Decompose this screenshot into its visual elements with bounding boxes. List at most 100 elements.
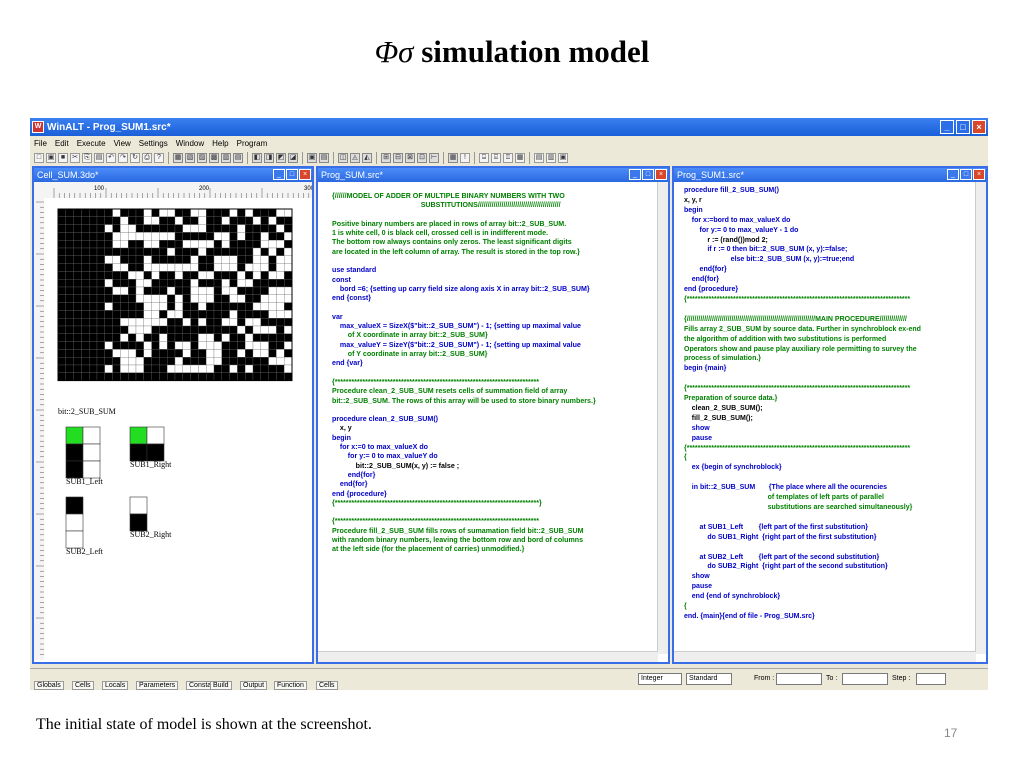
tab-globals[interactable]: Globals [34, 681, 64, 690]
prog-sum-vscroll[interactable] [657, 182, 668, 654]
toolbar-button-icon[interactable]: ▦ [173, 153, 183, 163]
type-select[interactable]: Integer [638, 673, 682, 685]
grid-cell [245, 318, 254, 327]
grid-cell [167, 286, 176, 295]
step-input[interactable] [916, 673, 946, 685]
toolbar-button-icon[interactable]: ! [460, 153, 470, 163]
toolbar-button-icon[interactable]: ▣ [558, 153, 568, 163]
maximize-button[interactable]: □ [956, 120, 970, 134]
toolbar-button-icon[interactable]: ◪ [288, 153, 298, 163]
grid-cell [182, 216, 191, 225]
toolbar-button-icon[interactable]: ⊟ [393, 153, 403, 163]
menu-view[interactable]: View [110, 139, 135, 148]
prog-sum1-max-button[interactable]: □ [960, 169, 972, 180]
toolbar-button-icon[interactable]: ▣ [307, 153, 317, 163]
toolbar-button-icon[interactable]: ◬ [350, 153, 360, 163]
toolbar-button-icon[interactable]: ↻ [130, 153, 140, 163]
toolbar-button-icon[interactable]: ⊢ [429, 153, 439, 163]
toolbar-button-icon[interactable]: ◧ [252, 153, 262, 163]
tab-parameters[interactable]: Parameters [136, 681, 179, 690]
toolbar-button-icon[interactable]: ▤ [233, 153, 243, 163]
toolbar-button-icon[interactable]: ◫ [338, 153, 348, 163]
menu-help[interactable]: Help [208, 139, 232, 148]
tab-output-output[interactable]: Output [240, 681, 268, 690]
tab-locals[interactable]: Locals [102, 681, 129, 690]
toolbar-button-icon[interactable]: ◭ [362, 153, 372, 163]
grid-cell [167, 224, 176, 233]
grid-cell [81, 279, 90, 288]
cell-canvas[interactable]: 100 200 300bit::2_SUB_SUMSUB1_Left SUB1_Rig… [34, 182, 312, 662]
toolbar-button-icon[interactable]: ⍇ [491, 153, 501, 163]
cell-min-button[interactable]: _ [273, 169, 285, 180]
menu-program[interactable]: Program [233, 139, 272, 148]
grid-cell [213, 310, 222, 319]
to-input[interactable] [842, 673, 888, 685]
grid-cell [206, 240, 215, 249]
toolbar-button-icon[interactable]: ◨ [264, 153, 274, 163]
grid-cell [229, 357, 238, 366]
prog-sum-hscroll[interactable] [318, 651, 658, 662]
grid-cell [151, 349, 160, 358]
grid-cell [112, 310, 121, 319]
toolbar-button-icon[interactable]: ⍐ [503, 153, 513, 163]
toolbar-button-icon[interactable]: ▦ [448, 153, 458, 163]
minimize-button[interactable]: _ [940, 120, 954, 134]
close-button[interactable]: × [972, 120, 986, 134]
cell-max-button[interactable]: □ [286, 169, 298, 180]
prog-sum1-hscroll[interactable] [674, 651, 976, 662]
from-input[interactable] [776, 673, 822, 685]
prog-sum-min-button[interactable]: _ [629, 169, 641, 180]
toolbar-button-icon[interactable]: ▥ [546, 153, 556, 163]
mode-select[interactable]: Standard [686, 673, 732, 685]
grid-cell [221, 279, 230, 288]
menu-window[interactable]: Window [172, 139, 208, 148]
toolbar-button-icon[interactable]: ✂ [70, 153, 80, 163]
toolbar-button-icon[interactable]: ▩ [209, 153, 219, 163]
toolbar-button-icon[interactable]: ■ [58, 153, 68, 163]
menu-file[interactable]: File [30, 139, 51, 148]
tab-function-output[interactable]: Function [274, 681, 307, 690]
toolbar-button-icon[interactable]: ▣ [46, 153, 56, 163]
toolbar-button-icon[interactable]: ▤ [94, 153, 104, 163]
prog-sum-max-button[interactable]: □ [642, 169, 654, 180]
toolbar-button-icon[interactable]: ⎙ [142, 153, 152, 163]
toolbar-button-icon[interactable]: ⎘ [82, 153, 92, 163]
toolbar-button-icon[interactable]: ◩ [276, 153, 286, 163]
grid-cell [190, 364, 199, 373]
toolbar-button-icon[interactable]: ▤ [319, 153, 329, 163]
grid-cell [276, 271, 285, 280]
cell-close-button[interactable]: × [299, 169, 311, 180]
prog-sum1-close-button[interactable]: × [973, 169, 985, 180]
toolbar-button-icon[interactable]: ⍈ [479, 153, 489, 163]
toolbar-button-icon[interactable]: ? [154, 153, 164, 163]
menu-settings[interactable]: Settings [135, 139, 172, 148]
toolbar-button-icon[interactable]: ⊡ [417, 153, 427, 163]
grid-cell [159, 333, 168, 342]
toolbar-button-icon[interactable]: ▨ [197, 153, 207, 163]
tab-cells[interactable]: Cells [72, 681, 94, 690]
toolbar-button-icon[interactable]: □ [34, 153, 44, 163]
prog-sum1-code[interactable]: procedure fill_2_SUB_SUM() x, y, r begin f… [684, 186, 921, 622]
toolbar-button-icon[interactable]: ▥ [221, 153, 231, 163]
grid-cell [89, 325, 98, 334]
tab-build-output[interactable]: Build [210, 681, 232, 690]
grid-cell [276, 364, 285, 373]
tab-cells-output[interactable]: Cells [316, 681, 338, 690]
grid-cell [198, 208, 207, 217]
grid-cell [268, 318, 277, 327]
grid-cell [151, 247, 160, 256]
menu-edit[interactable]: Edit [51, 139, 73, 148]
toolbar-button-icon[interactable]: ▦ [515, 153, 525, 163]
menu-execute[interactable]: Execute [73, 139, 110, 148]
prog-sum-code[interactable]: {//////MODEL OF ADDER OF MULTIPLE BINARY… [332, 192, 596, 555]
toolbar-button-icon[interactable]: ▧ [185, 153, 195, 163]
toolbar-button-icon[interactable]: ↷ [118, 153, 128, 163]
prog-sum1-vscroll[interactable] [975, 182, 986, 654]
toolbar-button-icon[interactable]: ↶ [106, 153, 116, 163]
toolbar-button-icon[interactable]: ⊞ [381, 153, 391, 163]
prog-sum1-min-button[interactable]: _ [947, 169, 959, 180]
prog-sum-close-button[interactable]: × [655, 169, 667, 180]
toolbar-button-icon[interactable]: ▤ [534, 153, 544, 163]
toolbar-button-icon[interactable]: ⊠ [405, 153, 415, 163]
grid-cell [135, 255, 144, 264]
